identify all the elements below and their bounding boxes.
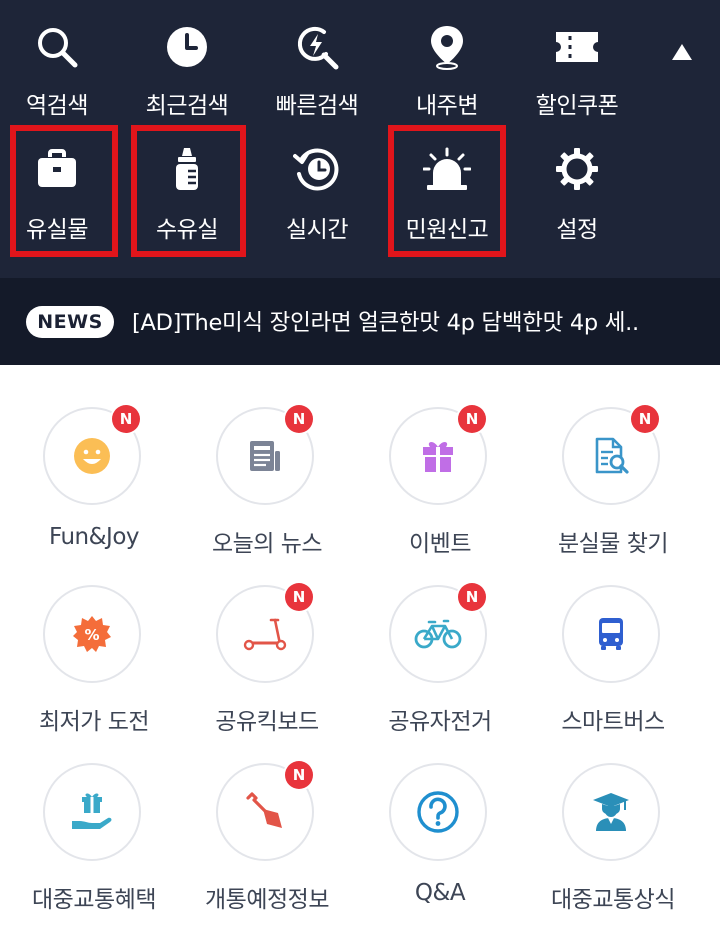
menu-quick-search[interactable]: 빠른검색 xyxy=(262,18,372,128)
grid-label: 공유킥보드 xyxy=(215,709,319,735)
grid-label: 스마트버스 xyxy=(561,709,665,735)
coupon-icon xyxy=(547,22,607,72)
grid-item-event[interactable]: N 이벤트 xyxy=(354,405,526,567)
location-pin-icon xyxy=(417,22,477,72)
grid-item-today-news[interactable]: N 오늘의 뉴스 xyxy=(181,405,353,567)
icon-circle xyxy=(389,763,487,861)
menu-label: 역검색 xyxy=(26,93,88,119)
menu-label: 최근검색 xyxy=(145,93,229,119)
grid-label: 대중교통혜택 xyxy=(32,887,156,913)
menu-label: 할인쿠폰 xyxy=(535,93,619,119)
clock-icon xyxy=(157,22,217,72)
icon-circle: % xyxy=(43,585,141,683)
menu-label: 설정 xyxy=(556,217,598,243)
menu-label: 실시간 xyxy=(286,217,348,243)
menu-nearby[interactable]: 내주변 xyxy=(392,18,502,128)
grid-label: 분실물 찾기 xyxy=(557,531,669,557)
baby-bottle-icon xyxy=(157,144,217,194)
menu-station-search[interactable]: 역검색 xyxy=(2,18,112,128)
bicycle-icon xyxy=(414,619,462,649)
menu-label: 빠른검색 xyxy=(275,93,359,119)
grid-label: 공유자전거 xyxy=(388,709,492,735)
grid-item-lowest-price[interactable]: % 최저가 도전 xyxy=(8,585,180,745)
menu-nursing-room[interactable]: 수유실 xyxy=(132,140,242,255)
news-ticker-text[interactable]: [AD]The미식 장인라면 얼큰한맛 4p 담백한맛 4p 세.. xyxy=(132,306,702,340)
menu-realtime[interactable]: 실시간 xyxy=(262,140,372,255)
grid-label: Q&A xyxy=(414,880,466,906)
grid-label: 이벤트 xyxy=(409,531,471,557)
grid-item-lost-found-search[interactable]: N 분실물 찾기 xyxy=(527,405,699,567)
grid-label: 오늘의 뉴스 xyxy=(211,531,323,557)
grid-item-shared-kickboard[interactable]: N 공유킥보드 xyxy=(181,583,353,745)
grid-label: 개통예정정보 xyxy=(205,887,329,913)
menu-lost-found[interactable]: 유실물 xyxy=(2,140,112,255)
menu-recent-search[interactable]: 최근검색 xyxy=(132,18,242,128)
top-menu-panel: 역검색 최근검색 빠른검색 내주변 할인쿠폰 유실물 수유실 실시간 민원신고 … xyxy=(0,0,720,278)
grid-label: 최저가 도전 xyxy=(38,709,150,735)
gift-icon xyxy=(423,442,453,472)
svg-text:%: % xyxy=(84,626,99,644)
grid-item-fun-joy[interactable]: N Fun&Joy xyxy=(8,405,180,567)
graduate-icon xyxy=(593,793,629,831)
siren-icon xyxy=(417,144,477,194)
bus-icon xyxy=(599,618,623,650)
hand-gift-icon xyxy=(72,793,112,829)
icon-circle xyxy=(562,585,660,683)
icon-circle xyxy=(43,763,141,861)
search-icon xyxy=(27,22,87,72)
discount-tag-icon: % xyxy=(73,616,111,652)
new-badge: N xyxy=(112,405,140,433)
menu-label: 수유실 xyxy=(156,217,218,243)
icon-circle xyxy=(562,763,660,861)
grid-label: Fun&Joy xyxy=(48,524,140,550)
grid-label: 대중교통상식 xyxy=(551,887,675,913)
grid-item-opening-schedule[interactable]: N 개통예정정보 xyxy=(181,761,353,923)
new-badge: N xyxy=(631,405,659,433)
kickboard-icon xyxy=(243,618,287,651)
new-badge: N xyxy=(458,405,486,433)
question-icon xyxy=(417,791,459,833)
new-badge: N xyxy=(285,761,313,789)
menu-label: 내주변 xyxy=(416,93,478,119)
new-badge: N xyxy=(458,583,486,611)
collapse-menu-button[interactable] xyxy=(664,34,700,70)
quick-search-icon xyxy=(287,22,347,72)
grid-item-transit-benefits[interactable]: 대중교통혜택 xyxy=(8,763,180,923)
menu-complaint-report[interactable]: 민원신고 xyxy=(392,140,502,255)
new-badge: N xyxy=(285,583,313,611)
menu-settings[interactable]: 설정 xyxy=(522,140,632,255)
newspaper-icon xyxy=(250,441,280,471)
news-badge: NEWS xyxy=(26,306,114,338)
document-search-icon xyxy=(595,437,629,474)
menu-label: 유실물 xyxy=(26,217,88,243)
menu-coupon[interactable]: 할인쿠폰 xyxy=(522,18,632,128)
grid-item-transit-knowledge[interactable]: 대중교통상식 xyxy=(527,763,699,923)
grid-item-shared-bicycle[interactable]: N 공유자전거 xyxy=(354,583,526,745)
menu-label: 민원신고 xyxy=(405,217,489,243)
smiley-icon xyxy=(74,438,110,474)
new-badge: N xyxy=(285,405,313,433)
grid-item-smart-bus[interactable]: 스마트버스 xyxy=(527,585,699,745)
shovel-icon xyxy=(246,792,282,828)
triangle-up-icon xyxy=(672,44,692,60)
realtime-icon xyxy=(287,144,347,194)
grid-item-qna[interactable]: Q&A xyxy=(354,763,526,923)
gear-icon xyxy=(547,144,607,194)
briefcase-icon xyxy=(27,144,87,194)
